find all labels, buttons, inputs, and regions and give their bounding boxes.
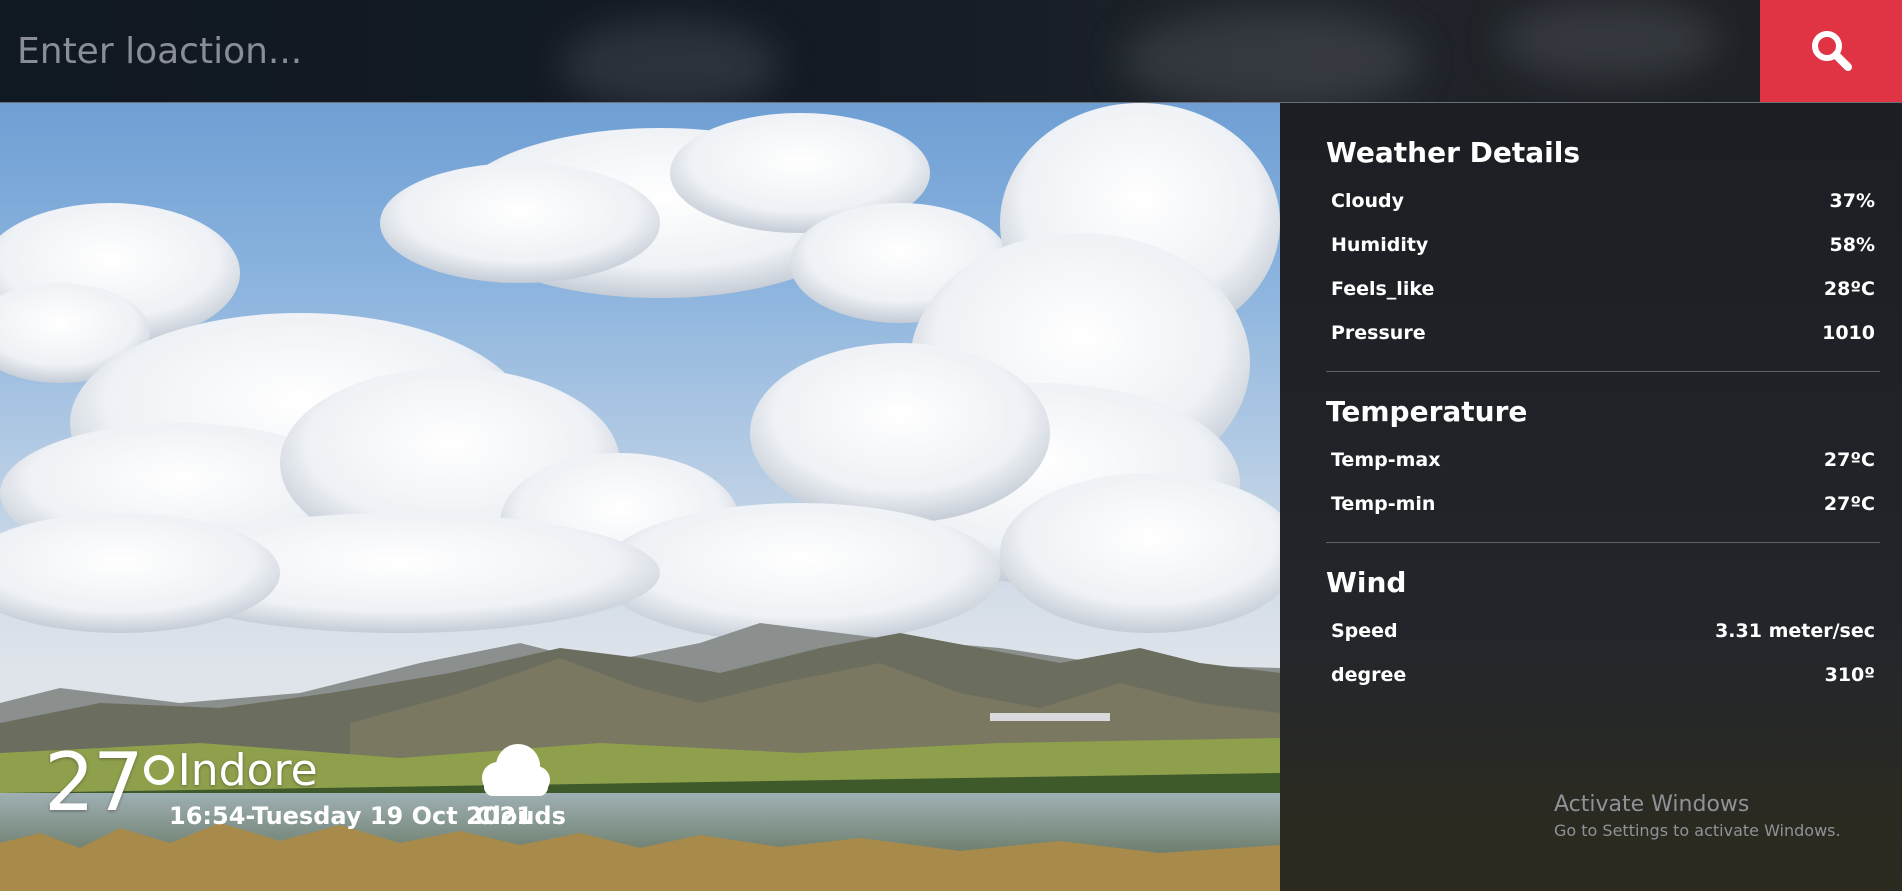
detail-row-humidity: Humidity 58%	[1326, 223, 1880, 267]
wind-section: Wind Speed 3.31 meter/sec degree 310º	[1326, 543, 1880, 697]
detail-label: Temp-min	[1331, 493, 1436, 515]
temperature-section: Temperature Temp-max 27ºC Temp-min 27ºC	[1326, 372, 1880, 543]
weather-background-image: 27 Indore	[0, 103, 1280, 891]
detail-row-wind-degree: degree 310º	[1326, 653, 1880, 697]
weather-details-panel: Weather Details Cloudy 37% Humidity 58% …	[1280, 103, 1902, 891]
detail-value: 37%	[1829, 190, 1875, 212]
search-icon	[1809, 28, 1853, 75]
temperature-value: 27	[44, 736, 144, 829]
detail-value: 1010	[1822, 322, 1875, 344]
weather-details-section: Weather Details Cloudy 37% Humidity 58% …	[1326, 103, 1880, 372]
detail-row-temp-min: Temp-min 27ºC	[1326, 482, 1880, 526]
detail-row-wind-speed: Speed 3.31 meter/sec	[1326, 609, 1880, 653]
detail-row-pressure: Pressure 1010	[1326, 311, 1880, 355]
watermark-title: Activate Windows	[1554, 792, 1750, 817]
watermark-subtitle: Go to Settings to activate Windows.	[1554, 821, 1841, 840]
detail-label: Feels_like	[1331, 278, 1435, 300]
city-name: Indore	[177, 745, 318, 796]
detail-row-cloudy: Cloudy 37%	[1326, 179, 1880, 223]
section-title: Wind	[1326, 566, 1407, 599]
detail-value: 28ºC	[1823, 278, 1875, 300]
detail-label: Speed	[1331, 620, 1398, 642]
detail-label: Pressure	[1331, 322, 1426, 344]
activate-windows-watermark: Activate Windows Go to Settings to activ…	[1554, 790, 1841, 842]
detail-value: 27ºC	[1823, 449, 1875, 471]
search-bar	[0, 0, 1902, 110]
detail-value: 58%	[1829, 234, 1875, 256]
degree-symbol	[143, 755, 174, 785]
cloud-icon	[474, 742, 554, 802]
location-search-input[interactable]	[0, 0, 1760, 102]
current-temperature: 27	[44, 743, 174, 823]
detail-label: degree	[1331, 664, 1407, 686]
detail-label: Temp-max	[1331, 449, 1441, 471]
section-title: Weather Details	[1326, 136, 1581, 169]
search-button[interactable]	[1760, 0, 1902, 102]
section-title: Temperature	[1326, 395, 1528, 428]
detail-label: Cloudy	[1331, 190, 1405, 212]
detail-value: 310º	[1824, 664, 1875, 686]
detail-row-feels-like: Feels_like 28ºC	[1326, 267, 1880, 311]
detail-label: Humidity	[1331, 234, 1429, 256]
detail-value: 3.31 meter/sec	[1715, 620, 1875, 642]
detail-row-temp-max: Temp-max 27ºC	[1326, 438, 1880, 482]
detail-value: 27ºC	[1823, 493, 1875, 515]
weather-condition: Clouds	[475, 802, 566, 830]
